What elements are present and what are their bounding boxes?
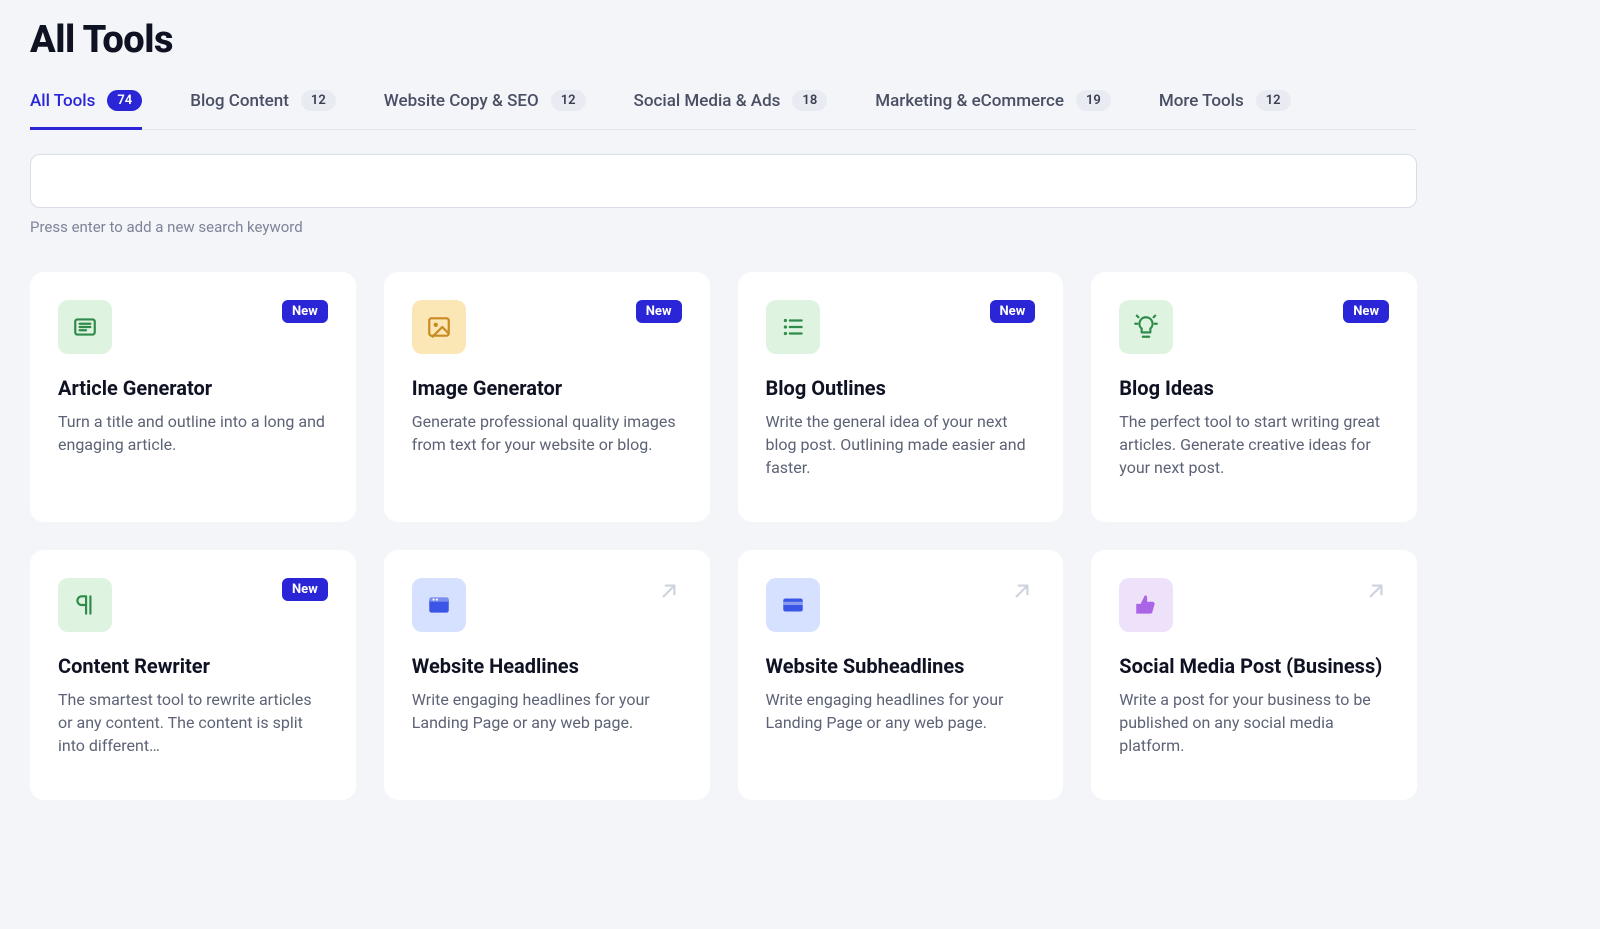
tab-blog-content[interactable]: Blog Content 12 bbox=[190, 90, 336, 129]
new-badge: New bbox=[282, 300, 328, 323]
card-header: New bbox=[766, 300, 1036, 354]
card-description: Generate professional quality images fro… bbox=[412, 410, 682, 456]
tool-card-image-generator[interactable]: New Image Generator Generate professional … bbox=[384, 272, 710, 522]
new-badge: New bbox=[282, 578, 328, 601]
article-icon bbox=[58, 300, 112, 354]
search-hint: Press enter to add a new search keyword bbox=[30, 218, 1417, 236]
tab-label: All Tools bbox=[30, 91, 95, 111]
tab-count: 12 bbox=[551, 90, 586, 111]
tab-all-tools[interactable]: All Tools 74 bbox=[30, 90, 142, 129]
tool-card-website-subheadlines[interactable]: Website Subheadlines Write engaging headl… bbox=[738, 550, 1064, 800]
image-icon bbox=[412, 300, 466, 354]
open-arrow-icon bbox=[1009, 578, 1035, 608]
card-title: Article Generator bbox=[58, 376, 328, 400]
card-title: Blog Ideas bbox=[1119, 376, 1389, 400]
card-header bbox=[412, 578, 682, 632]
tab-count: 12 bbox=[1256, 90, 1291, 111]
card-description: Turn a title and outline into a long and… bbox=[58, 410, 328, 456]
card-description: Write a post for your business to be pub… bbox=[1119, 688, 1389, 758]
search-input[interactable] bbox=[30, 154, 1417, 208]
card-title: Social Media Post (Business) bbox=[1119, 654, 1389, 678]
card-title: Blog Outlines bbox=[766, 376, 1036, 400]
tab-more-tools[interactable]: More Tools 12 bbox=[1159, 90, 1291, 129]
tool-card-blog-outlines[interactable]: New Blog Outlines Write the general idea o… bbox=[738, 272, 1064, 522]
tab-label: Social Media & Ads bbox=[634, 91, 781, 111]
open-arrow-icon bbox=[656, 578, 682, 608]
tools-grid: New Article Generator Turn a title and out… bbox=[30, 272, 1417, 800]
card-description: Write the general idea of your next blog… bbox=[766, 410, 1036, 480]
card-header: New bbox=[58, 300, 328, 354]
card-header bbox=[766, 578, 1036, 632]
card-header: New bbox=[58, 578, 328, 632]
card-title: Website Headlines bbox=[412, 654, 682, 678]
new-badge: New bbox=[990, 300, 1036, 323]
card-description: The smartest tool to rewrite articles or… bbox=[58, 688, 328, 758]
page-title: All Tools bbox=[30, 18, 1417, 62]
tab-label: Blog Content bbox=[190, 91, 289, 111]
tab-count: 18 bbox=[792, 90, 827, 111]
card-header: New bbox=[1119, 300, 1389, 354]
tab-count: 12 bbox=[301, 90, 336, 111]
paragraph-icon bbox=[58, 578, 112, 632]
tab-label: Marketing & eCommerce bbox=[875, 91, 1064, 111]
category-tabs: All Tools74Blog Content12Website Copy & … bbox=[30, 90, 1417, 130]
card-title: Content Rewriter bbox=[58, 654, 328, 678]
card-header bbox=[1119, 578, 1389, 632]
card-icon bbox=[766, 578, 820, 632]
bulb-icon bbox=[1119, 300, 1173, 354]
card-description: Write engaging headlines for your Landin… bbox=[766, 688, 1036, 734]
open-arrow-icon bbox=[1363, 578, 1389, 608]
tool-card-social-media-post-business-[interactable]: Social Media Post (Business) Write a post… bbox=[1091, 550, 1417, 800]
tab-label: More Tools bbox=[1159, 91, 1244, 111]
tab-count: 19 bbox=[1076, 90, 1111, 111]
tool-card-article-generator[interactable]: New Article Generator Turn a title and out… bbox=[30, 272, 356, 522]
tool-card-website-headlines[interactable]: Website Headlines Write engaging headline… bbox=[384, 550, 710, 800]
tab-label: Website Copy & SEO bbox=[384, 91, 539, 111]
tab-social-media-ads[interactable]: Social Media & Ads 18 bbox=[634, 90, 828, 129]
card-description: Write engaging headlines for your Landin… bbox=[412, 688, 682, 734]
card-header: New bbox=[412, 300, 682, 354]
card-title: Image Generator bbox=[412, 376, 682, 400]
window-icon bbox=[412, 578, 466, 632]
tool-card-blog-ideas[interactable]: New Blog Ideas The perfect tool to start w… bbox=[1091, 272, 1417, 522]
tab-website-copy-seo[interactable]: Website Copy & SEO 12 bbox=[384, 90, 586, 129]
card-title: Website Subheadlines bbox=[766, 654, 1036, 678]
tool-card-content-rewriter[interactable]: New Content Rewriter The smartest tool to … bbox=[30, 550, 356, 800]
thumb-icon bbox=[1119, 578, 1173, 632]
tab-marketing-ecommerce[interactable]: Marketing & eCommerce 19 bbox=[875, 90, 1111, 129]
new-badge: New bbox=[636, 300, 682, 323]
list-icon bbox=[766, 300, 820, 354]
card-description: The perfect tool to start writing great … bbox=[1119, 410, 1389, 480]
tab-count: 74 bbox=[107, 90, 142, 111]
new-badge: New bbox=[1343, 300, 1389, 323]
